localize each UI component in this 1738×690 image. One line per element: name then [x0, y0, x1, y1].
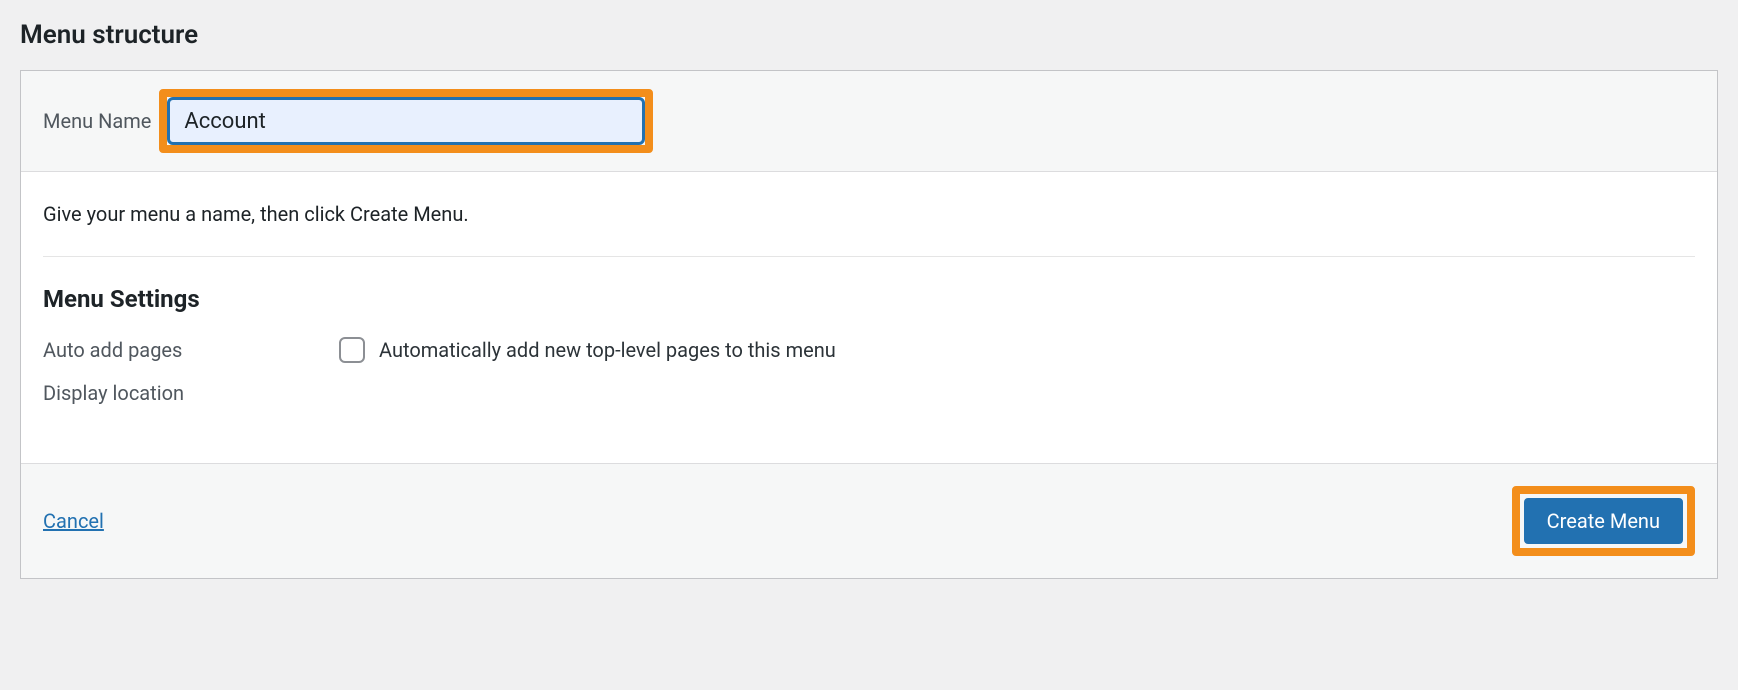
- display-location-label: Display location: [43, 381, 339, 405]
- menu-name-highlight: [159, 89, 653, 153]
- menu-settings-heading: Menu Settings: [43, 285, 1695, 313]
- cancel-link[interactable]: Cancel: [43, 509, 104, 533]
- section-title: Menu structure: [20, 20, 1718, 50]
- display-location-row: Display location: [43, 381, 1695, 405]
- panel-body: Give your menu a name, then click Create…: [21, 172, 1717, 463]
- menu-name-label: Menu Name: [43, 109, 151, 133]
- panel-footer: Cancel Create Menu: [21, 463, 1717, 578]
- auto-add-pages-checkbox-label: Automatically add new top-level pages to…: [379, 338, 836, 362]
- auto-add-pages-row: Auto add pages Automatically add new top…: [43, 337, 1695, 363]
- auto-add-pages-checkbox[interactable]: [339, 337, 365, 363]
- menu-structure-panel: Menu Name Give your menu a name, then cl…: [20, 70, 1718, 579]
- helper-text: Give your menu a name, then click Create…: [43, 202, 1695, 226]
- auto-add-pages-label: Auto add pages: [43, 338, 339, 362]
- menu-name-input[interactable]: [167, 97, 645, 145]
- auto-add-pages-control: Automatically add new top-level pages to…: [339, 337, 836, 363]
- create-menu-button[interactable]: Create Menu: [1524, 498, 1683, 544]
- panel-header: Menu Name: [21, 71, 1717, 172]
- separator: [43, 256, 1695, 257]
- create-menu-highlight: Create Menu: [1512, 486, 1695, 556]
